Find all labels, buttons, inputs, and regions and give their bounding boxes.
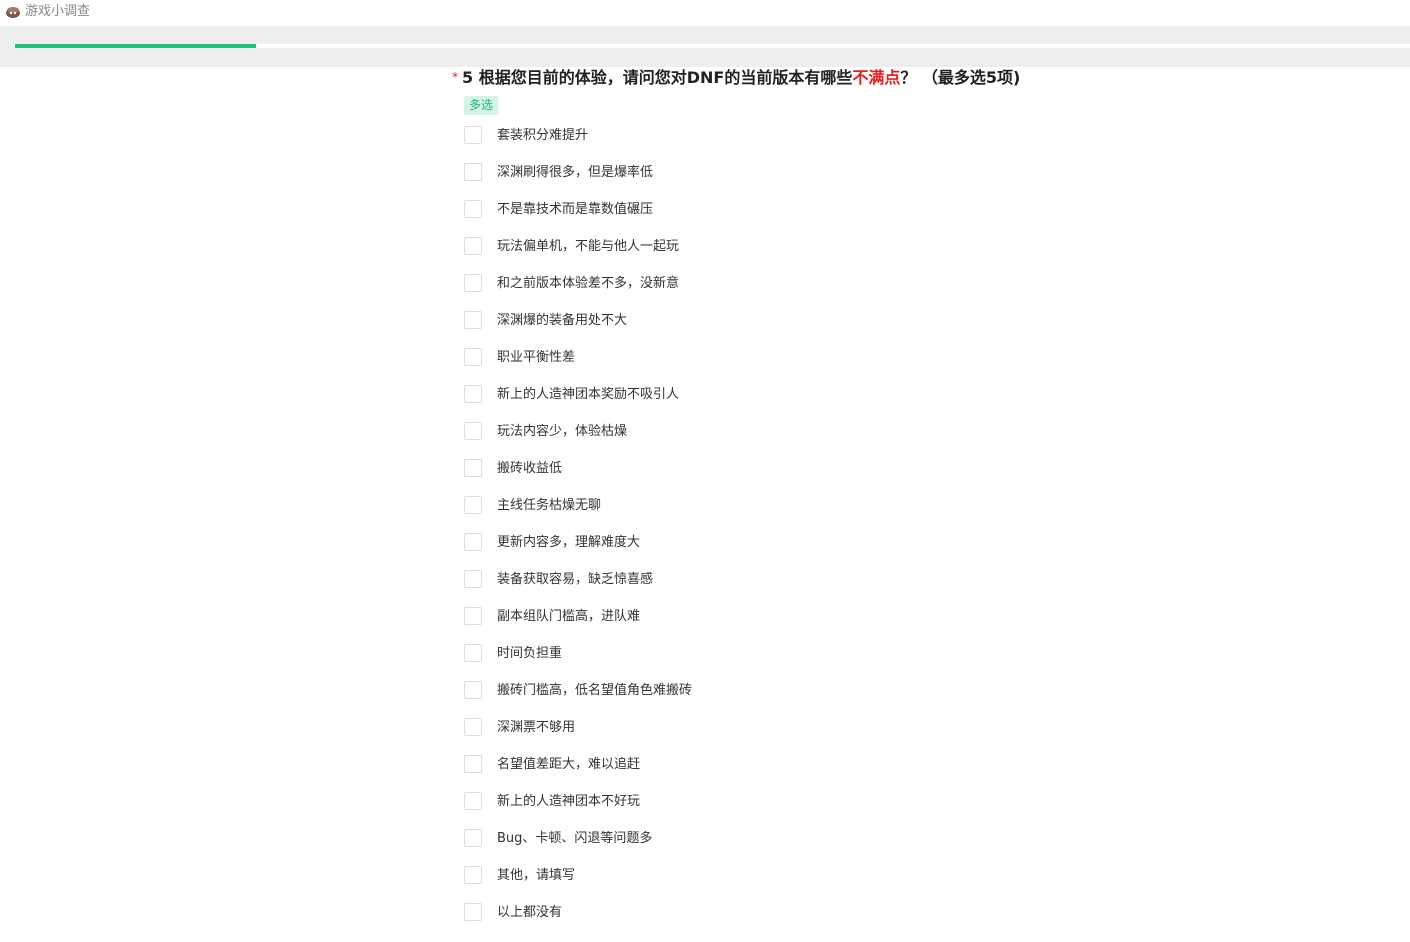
option-label: 主线任务枯燥无聊 xyxy=(497,498,602,513)
option-label: 更新内容多，理解难度大 xyxy=(497,535,641,550)
option-checkbox[interactable] xyxy=(464,126,482,144)
option-label: 玩法偏单机，不能与他人一起玩 xyxy=(497,239,680,254)
progress-bar-fill xyxy=(15,44,257,48)
option-item[interactable]: 新上的人造神团本奖励不吸引人 xyxy=(464,385,864,422)
option-item[interactable]: 深渊刷得很多，但是爆率低 xyxy=(464,163,864,200)
option-item[interactable]: 套装积分难提升 xyxy=(464,126,864,163)
option-item[interactable]: 以上都没有 xyxy=(464,903,864,940)
option-item[interactable]: 副本组队门槛高，进队难 xyxy=(464,607,864,644)
option-label: 副本组队门槛高，进队难 xyxy=(497,609,641,624)
option-checkbox[interactable] xyxy=(464,496,482,514)
option-checkbox[interactable] xyxy=(464,163,482,181)
option-item[interactable]: 更新内容多，理解难度大 xyxy=(464,533,864,570)
option-item[interactable]: 搬砖门槛高，低名望值角色难搬砖 xyxy=(464,681,864,718)
option-checkbox[interactable] xyxy=(464,311,482,329)
option-item[interactable]: 职业平衡性差 xyxy=(464,348,864,385)
option-checkbox[interactable] xyxy=(464,681,482,699)
option-checkbox[interactable] xyxy=(464,644,482,662)
option-item[interactable]: 装备获取容易，缺乏惊喜感 xyxy=(464,570,864,607)
option-label: 搬砖门槛高，低名望值角色难搬砖 xyxy=(497,683,693,698)
progress-bar xyxy=(15,44,1410,48)
question-title: * 5 根据您目前的体验，请问您对DNF的当前版本有哪些不满点？ （最多选5项) xyxy=(452,66,1152,89)
option-label: 深渊爆的装备用处不大 xyxy=(497,313,628,328)
options-list: 套装积分难提升深渊刷得很多，但是爆率低 不是靠技术而是靠数值碾压玩法偏单机，不能与… xyxy=(464,126,864,940)
option-label: 职业平衡性差 xyxy=(497,350,576,365)
option-label: 不是靠技术而是靠数值碾压 xyxy=(497,202,654,217)
option-checkbox[interactable] xyxy=(464,903,482,921)
option-item[interactable]: 主线任务枯燥无聊 xyxy=(464,496,864,533)
question-text: 根据您目前的体验，请问您对DNF的当前版本有哪些 xyxy=(478,68,853,87)
option-checkbox[interactable] xyxy=(464,422,482,440)
option-label: 其他，请填写 xyxy=(497,868,576,883)
option-item[interactable]: 不是靠技术而是靠数值碾压 xyxy=(464,200,864,237)
option-item[interactable]: 时间负担重 xyxy=(464,644,864,681)
question-type-badge: 多选 xyxy=(464,96,499,115)
option-checkbox[interactable] xyxy=(464,237,482,255)
option-item[interactable]: 深渊爆的装备用处不大 xyxy=(464,311,864,348)
option-label: 套装积分难提升 xyxy=(497,128,589,143)
option-label: 搬砖收益低 xyxy=(497,461,563,476)
option-checkbox[interactable] xyxy=(464,829,482,847)
option-checkbox[interactable] xyxy=(464,607,482,625)
question-highlight: 不满点 xyxy=(852,68,901,87)
question-block: * 5 根据您目前的体验，请问您对DNF的当前版本有哪些不满点？ （最多选5项) … xyxy=(452,66,1152,921)
option-item[interactable]: 新上的人造神团本不好玩 xyxy=(464,792,864,829)
option-label: 深渊刷得很多，但是爆率低 xyxy=(497,165,654,180)
option-label: 新上的人造神团本奖励不吸引人 xyxy=(497,387,680,402)
option-label: 名望值差距大，难以追赶 xyxy=(497,757,641,772)
option-checkbox[interactable] xyxy=(464,866,482,884)
option-checkbox[interactable] xyxy=(464,718,482,736)
option-label: Bug、卡顿、闪退等问题多 xyxy=(497,831,653,846)
top-bar: 游戏小调查 xyxy=(0,0,1410,24)
option-label: 装备获取容易，缺乏惊喜感 xyxy=(497,572,654,587)
option-label: 以上都没有 xyxy=(497,905,563,920)
option-label: 新上的人造神团本不好玩 xyxy=(497,794,641,809)
option-item[interactable]: 玩法偏单机，不能与他人一起玩 xyxy=(464,237,864,274)
required-mark: * xyxy=(452,70,458,84)
option-label: 玩法内容少，体验枯燥 xyxy=(497,424,628,439)
option-item[interactable]: 深渊票不够用 xyxy=(464,718,864,755)
app-title: 游戏小调查 xyxy=(25,4,91,19)
option-checkbox[interactable] xyxy=(464,570,482,588)
option-item[interactable]: 其他，请填写 xyxy=(464,866,864,903)
option-checkbox[interactable] xyxy=(464,385,482,403)
option-checkbox[interactable] xyxy=(464,755,482,773)
option-checkbox[interactable] xyxy=(464,274,482,292)
option-item[interactable]: 搬砖收益低 xyxy=(464,459,864,496)
question-text-suffix: ？ （最多选5项) xyxy=(900,68,1021,87)
question-number: 5 xyxy=(462,68,474,87)
game-avatar-icon xyxy=(5,4,21,18)
option-label: 深渊票不够用 xyxy=(497,720,576,735)
option-checkbox[interactable] xyxy=(464,200,482,218)
option-label: 和之前版本体验差不多，没新意 xyxy=(497,276,680,291)
option-checkbox[interactable] xyxy=(464,348,482,366)
option-item[interactable]: 名望值差距大，难以追赶 xyxy=(464,755,864,792)
option-label: 时间负担重 xyxy=(497,646,563,661)
option-checkbox[interactable] xyxy=(464,792,482,810)
option-checkbox[interactable] xyxy=(464,459,482,477)
option-item[interactable]: 和之前版本体验差不多，没新意 xyxy=(464,274,864,311)
option-item[interactable]: Bug、卡顿、闪退等问题多 xyxy=(464,829,864,866)
option-item[interactable]: 玩法内容少，体验枯燥 xyxy=(464,422,864,459)
option-checkbox[interactable] xyxy=(464,533,482,551)
